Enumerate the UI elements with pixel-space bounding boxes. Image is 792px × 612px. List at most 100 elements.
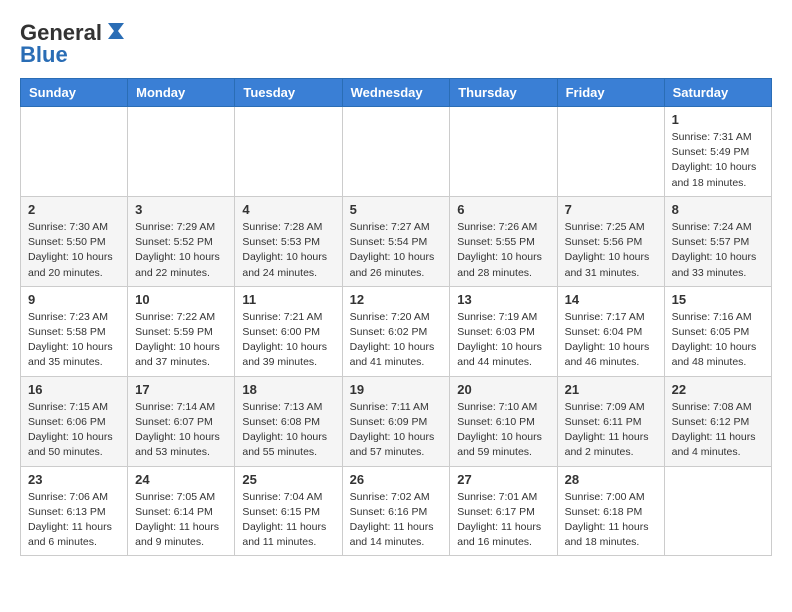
day-number: 27 bbox=[457, 472, 549, 487]
day-info: Sunrise: 7:08 AM Sunset: 6:12 PM Dayligh… bbox=[672, 400, 764, 461]
calendar-cell: 28 Sunrise: 7:00 AM Sunset: 6:18 PM Dayli… bbox=[557, 466, 664, 556]
calendar-cell: 25 Sunrise: 7:04 AM Sunset: 6:15 PM Dayli… bbox=[235, 466, 342, 556]
day-number: 21 bbox=[565, 382, 657, 397]
day-info: Sunrise: 7:28 AM Sunset: 5:53 PM Dayligh… bbox=[242, 220, 334, 281]
weekday-header-sunday: Sunday bbox=[21, 79, 128, 107]
calendar-cell: 10 Sunrise: 7:22 AM Sunset: 5:59 PM Dayli… bbox=[128, 286, 235, 376]
weekday-header-tuesday: Tuesday bbox=[235, 79, 342, 107]
day-info: Sunrise: 7:26 AM Sunset: 5:55 PM Dayligh… bbox=[457, 220, 549, 281]
day-number: 1 bbox=[672, 112, 764, 127]
calendar-cell: 22 Sunrise: 7:08 AM Sunset: 6:12 PM Dayli… bbox=[664, 376, 771, 466]
calendar-cell: 26Sunrise: 7:02 AM Sunset: 6:16 PM Dayli… bbox=[342, 466, 450, 556]
calendar-table: SundayMondayTuesdayWednesdayThursdayFrid… bbox=[20, 78, 772, 556]
day-info: Sunrise: 7:04 AM Sunset: 6:15 PM Dayligh… bbox=[242, 490, 334, 551]
day-number: 23 bbox=[28, 472, 120, 487]
day-info: Sunrise: 7:20 AM Sunset: 6:02 PM Dayligh… bbox=[350, 310, 443, 371]
calendar-cell: 19 Sunrise: 7:11 AM Sunset: 6:09 PM Dayli… bbox=[342, 376, 450, 466]
calendar-cell bbox=[21, 107, 128, 197]
calendar-cell: 24 Sunrise: 7:05 AM Sunset: 6:14 PM Dayli… bbox=[128, 466, 235, 556]
day-number: 14 bbox=[565, 292, 657, 307]
day-info: Sunrise: 7:29 AM Sunset: 5:52 PM Dayligh… bbox=[135, 220, 227, 281]
day-info: Sunrise: 7:05 AM Sunset: 6:14 PM Dayligh… bbox=[135, 490, 227, 551]
calendar-cell: 16Sunrise: 7:15 AM Sunset: 6:06 PM Dayli… bbox=[21, 376, 128, 466]
weekday-header-monday: Monday bbox=[128, 79, 235, 107]
calendar-cell: 20 Sunrise: 7:10 AM Sunset: 6:10 PM Dayli… bbox=[450, 376, 557, 466]
day-info: Sunrise: 7:14 AM Sunset: 6:07 PM Dayligh… bbox=[135, 400, 227, 461]
calendar-week-row: 16Sunrise: 7:15 AM Sunset: 6:06 PM Dayli… bbox=[21, 376, 772, 466]
day-info: Sunrise: 7:25 AM Sunset: 5:56 PM Dayligh… bbox=[565, 220, 657, 281]
day-number: 4 bbox=[242, 202, 334, 217]
day-info: Sunrise: 7:09 AM Sunset: 6:11 PM Dayligh… bbox=[565, 400, 657, 461]
day-info: Sunrise: 7:21 AM Sunset: 6:00 PM Dayligh… bbox=[242, 310, 334, 371]
day-info: Sunrise: 7:01 AM Sunset: 6:17 PM Dayligh… bbox=[457, 490, 549, 551]
calendar-cell: 21 Sunrise: 7:09 AM Sunset: 6:11 PM Dayli… bbox=[557, 376, 664, 466]
day-number: 9 bbox=[28, 292, 120, 307]
day-info: Sunrise: 7:11 AM Sunset: 6:09 PM Dayligh… bbox=[350, 400, 443, 461]
calendar-week-row: 1 Sunrise: 7:31 AM Sunset: 5:49 PM Daylig… bbox=[21, 107, 772, 197]
calendar-cell bbox=[664, 466, 771, 556]
calendar-cell bbox=[235, 107, 342, 197]
day-number: 7 bbox=[565, 202, 657, 217]
calendar-cell bbox=[342, 107, 450, 197]
day-info: Sunrise: 7:15 AM Sunset: 6:06 PM Dayligh… bbox=[28, 400, 120, 461]
day-info: Sunrise: 7:22 AM Sunset: 5:59 PM Dayligh… bbox=[135, 310, 227, 371]
day-info: Sunrise: 7:06 AM Sunset: 6:13 PM Dayligh… bbox=[28, 490, 120, 551]
day-info: Sunrise: 7:19 AM Sunset: 6:03 PM Dayligh… bbox=[457, 310, 549, 371]
calendar-cell: 2 Sunrise: 7:30 AM Sunset: 5:50 PM Daylig… bbox=[21, 196, 128, 286]
calendar-cell: 8Sunrise: 7:24 AM Sunset: 5:57 PM Daylig… bbox=[664, 196, 771, 286]
calendar-cell bbox=[128, 107, 235, 197]
calendar-cell: 17 Sunrise: 7:14 AM Sunset: 6:07 PM Dayli… bbox=[128, 376, 235, 466]
calendar-cell: 13 Sunrise: 7:19 AM Sunset: 6:03 PM Dayli… bbox=[450, 286, 557, 376]
day-info: Sunrise: 7:30 AM Sunset: 5:50 PM Dayligh… bbox=[28, 220, 120, 281]
day-number: 28 bbox=[565, 472, 657, 487]
day-number: 18 bbox=[242, 382, 334, 397]
day-number: 11 bbox=[242, 292, 334, 307]
calendar-cell: 3 Sunrise: 7:29 AM Sunset: 5:52 PM Daylig… bbox=[128, 196, 235, 286]
day-number: 5 bbox=[350, 202, 443, 217]
weekday-header-saturday: Saturday bbox=[664, 79, 771, 107]
calendar-week-row: 9 Sunrise: 7:23 AM Sunset: 5:58 PM Daylig… bbox=[21, 286, 772, 376]
day-info: Sunrise: 7:10 AM Sunset: 6:10 PM Dayligh… bbox=[457, 400, 549, 461]
day-number: 12 bbox=[350, 292, 443, 307]
calendar-cell: 14 Sunrise: 7:17 AM Sunset: 6:04 PM Dayli… bbox=[557, 286, 664, 376]
day-info: Sunrise: 7:16 AM Sunset: 6:05 PM Dayligh… bbox=[672, 310, 764, 371]
calendar-cell: 4 Sunrise: 7:28 AM Sunset: 5:53 PM Daylig… bbox=[235, 196, 342, 286]
page-header: General Blue bbox=[20, 20, 772, 68]
day-number: 2 bbox=[28, 202, 120, 217]
calendar-cell: 9 Sunrise: 7:23 AM Sunset: 5:58 PM Daylig… bbox=[21, 286, 128, 376]
day-number: 10 bbox=[135, 292, 227, 307]
calendar-cell bbox=[450, 107, 557, 197]
weekday-header-row: SundayMondayTuesdayWednesdayThursdayFrid… bbox=[21, 79, 772, 107]
calendar-cell: 6 Sunrise: 7:26 AM Sunset: 5:55 PM Daylig… bbox=[450, 196, 557, 286]
weekday-header-wednesday: Wednesday bbox=[342, 79, 450, 107]
day-info: Sunrise: 7:31 AM Sunset: 5:49 PM Dayligh… bbox=[672, 130, 764, 191]
calendar-cell: 18 Sunrise: 7:13 AM Sunset: 6:08 PM Dayli… bbox=[235, 376, 342, 466]
day-number: 17 bbox=[135, 382, 227, 397]
day-info: Sunrise: 7:17 AM Sunset: 6:04 PM Dayligh… bbox=[565, 310, 657, 371]
calendar-week-row: 2 Sunrise: 7:30 AM Sunset: 5:50 PM Daylig… bbox=[21, 196, 772, 286]
calendar-cell: 11 Sunrise: 7:21 AM Sunset: 6:00 PM Dayli… bbox=[235, 286, 342, 376]
day-number: 26 bbox=[350, 472, 443, 487]
day-number: 24 bbox=[135, 472, 227, 487]
day-number: 22 bbox=[672, 382, 764, 397]
logo-flag-icon bbox=[104, 21, 128, 45]
day-number: 6 bbox=[457, 202, 549, 217]
day-info: Sunrise: 7:13 AM Sunset: 6:08 PM Dayligh… bbox=[242, 400, 334, 461]
day-number: 15 bbox=[672, 292, 764, 307]
logo: General Blue bbox=[20, 20, 128, 68]
calendar-cell: 12 Sunrise: 7:20 AM Sunset: 6:02 PM Dayli… bbox=[342, 286, 450, 376]
calendar-cell: 1 Sunrise: 7:31 AM Sunset: 5:49 PM Daylig… bbox=[664, 107, 771, 197]
day-number: 19 bbox=[350, 382, 443, 397]
day-number: 20 bbox=[457, 382, 549, 397]
day-number: 25 bbox=[242, 472, 334, 487]
calendar-cell: 27 Sunrise: 7:01 AM Sunset: 6:17 PM Dayli… bbox=[450, 466, 557, 556]
calendar-cell: 7 Sunrise: 7:25 AM Sunset: 5:56 PM Daylig… bbox=[557, 196, 664, 286]
calendar-cell: 15 Sunrise: 7:16 AM Sunset: 6:05 PM Dayli… bbox=[664, 286, 771, 376]
day-number: 3 bbox=[135, 202, 227, 217]
day-number: 13 bbox=[457, 292, 549, 307]
day-info: Sunrise: 7:23 AM Sunset: 5:58 PM Dayligh… bbox=[28, 310, 120, 371]
day-info: Sunrise: 7:00 AM Sunset: 6:18 PM Dayligh… bbox=[565, 490, 657, 551]
day-info: Sunrise: 7:27 AM Sunset: 5:54 PM Dayligh… bbox=[350, 220, 443, 281]
weekday-header-friday: Friday bbox=[557, 79, 664, 107]
weekday-header-thursday: Thursday bbox=[450, 79, 557, 107]
